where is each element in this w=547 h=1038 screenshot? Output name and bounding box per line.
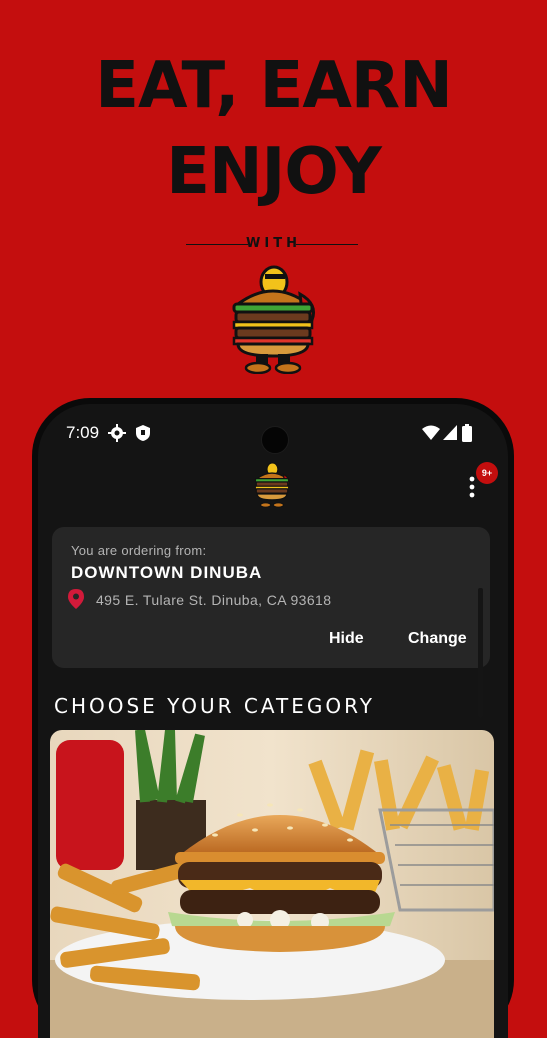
store-address: 495 E. Tulare St. Dinuba, CA 93618	[96, 592, 332, 608]
signal-icon	[443, 425, 457, 440]
promo-headline-line1: EAT, EARN	[95, 49, 453, 123]
app-logo[interactable]	[252, 461, 292, 509]
change-store-button[interactable]: Change	[408, 630, 467, 648]
battery-icon	[462, 424, 472, 442]
notification-badge[interactable]: 9+	[476, 462, 498, 484]
category-section-title: CHOOSE YOUR CATEGORY	[54, 694, 375, 718]
status-time: 7:09	[66, 423, 100, 442]
promo-headline-line2: ENJOY	[166, 135, 382, 209]
category-card-burger-image[interactable]	[50, 730, 494, 1038]
with-divider: WITH	[0, 234, 547, 254]
app-screen: 7:09 9+ You are ordering from: DOWNTOWN …	[38, 404, 508, 1038]
with-label: WITH	[246, 236, 301, 251]
hide-button[interactable]: Hide	[329, 630, 364, 648]
shield-icon	[136, 425, 150, 441]
ordering-from-label: You are ordering from:	[71, 543, 207, 558]
location-pin-icon	[68, 589, 84, 609]
front-camera	[261, 426, 289, 454]
location-card: You are ordering from: DOWNTOWN DINUBA 4…	[52, 527, 490, 668]
divider-line-right	[296, 244, 358, 245]
gear-icon	[108, 424, 126, 442]
wifi-icon	[422, 425, 440, 440]
store-name: DOWNTOWN DINUBA	[71, 563, 263, 582]
burger-mascot-logo	[232, 265, 315, 374]
phone-frame: 7:09 9+ You are ordering from: DOWNTOWN …	[32, 398, 514, 1038]
side-button	[478, 588, 483, 718]
